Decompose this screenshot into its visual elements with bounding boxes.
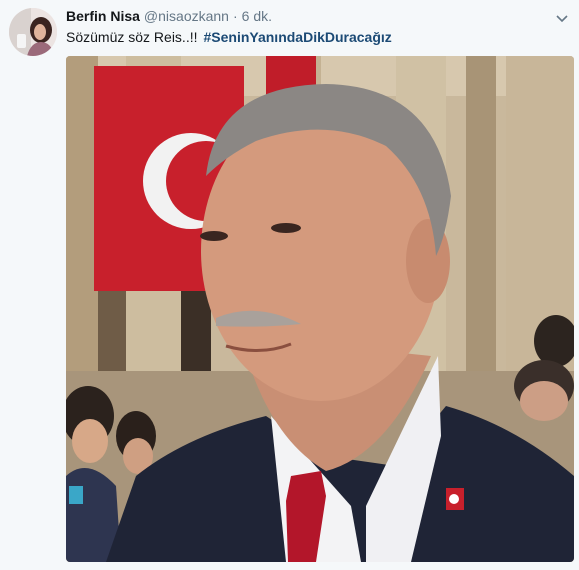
author-name[interactable]: Berfin Nisa [66,8,140,24]
tweet-photo[interactable] [66,56,574,562]
tweet-header: Berfin Nisa @nisaozkann · 6 dk. [66,8,569,28]
tweet-body: Sözümüz söz Reis..!! [66,29,198,45]
hashtag-link[interactable]: #SeninYanındaDikDuracağız [204,29,392,45]
timestamp[interactable]: 6 dk. [242,8,272,24]
author-handle[interactable]: @nisaozkann [144,8,229,24]
avatar[interactable] [9,8,57,56]
separator: · [232,8,238,24]
tweet[interactable]: Berfin Nisa @nisaozkann · 6 dk. Sözümüz … [0,0,579,570]
chevron-down-icon[interactable] [555,11,569,23]
tweet-text: Sözümüz söz Reis..!! #SeninYanındaDikDura… [66,29,392,45]
